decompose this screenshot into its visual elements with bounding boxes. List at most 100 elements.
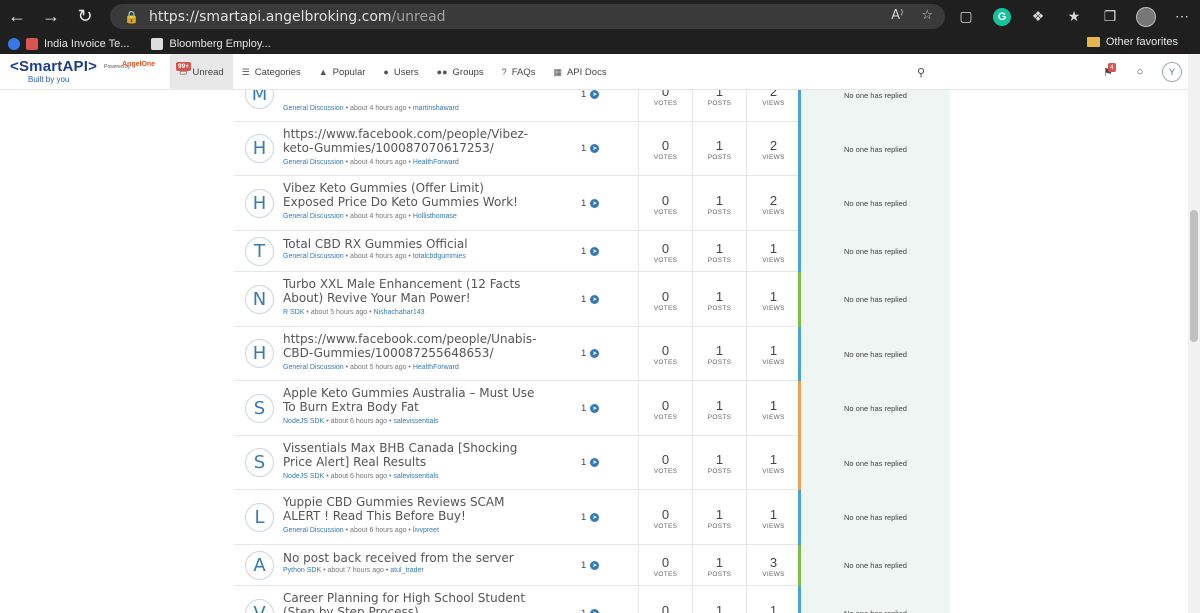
topic-category-link[interactable]: General Discussion bbox=[283, 213, 344, 220]
topic-row[interactable]: Hhttps://www.facebook.com/people/Vibez-k… bbox=[234, 122, 950, 176]
votes-stat: 0VOTES bbox=[638, 231, 692, 272]
back-icon[interactable]: ← bbox=[0, 0, 34, 33]
topic-title[interactable]: Vissentials Max BHB Canada [Shocking Pri… bbox=[283, 441, 538, 469]
topic-author-link[interactable]: Hollisthomase bbox=[413, 213, 457, 220]
nav-groups[interactable]: ●● Groups bbox=[428, 54, 493, 90]
scrollbar-thumb[interactable] bbox=[1190, 210, 1198, 342]
smartapi-logo[interactable]: <SmartAPI> Built by you Powered by Angel… bbox=[10, 58, 160, 84]
topic-category-link[interactable]: General Discussion bbox=[283, 105, 344, 112]
topic-title[interactable]: https://www.facebook.com/people/Unabis-C… bbox=[283, 332, 538, 360]
reply-count[interactable]: 1➤ bbox=[581, 348, 600, 359]
topic-avatar[interactable]: T bbox=[245, 236, 274, 266]
reply-count[interactable]: 1➤ bbox=[581, 512, 600, 523]
forward-icon[interactable]: → bbox=[34, 0, 68, 33]
topic-avatar[interactable]: M bbox=[245, 90, 274, 109]
reply-count[interactable]: 1➤ bbox=[581, 198, 600, 209]
search-icon[interactable]: ⚲ bbox=[905, 54, 937, 90]
topic-avatar[interactable]: S bbox=[245, 393, 274, 423]
topic-author-link[interactable]: salevissentials bbox=[393, 473, 438, 480]
favorite-star-icon[interactable]: ☆ bbox=[921, 8, 933, 23]
reply-count[interactable]: 1➤ bbox=[581, 90, 600, 100]
last-reply-box: No one has replied bbox=[801, 122, 950, 176]
topic-avatar[interactable]: V bbox=[245, 598, 274, 613]
topic-category-link[interactable]: NodeJS SDK bbox=[283, 473, 324, 480]
posts-stat: 1POSTS bbox=[692, 545, 746, 586]
chat-icon[interactable]: ○ bbox=[1124, 54, 1156, 90]
topic-category-link[interactable]: General Discussion bbox=[283, 364, 344, 371]
read-aloud-icon[interactable]: A⁾ bbox=[891, 8, 903, 23]
topic-category-link[interactable]: General Discussion bbox=[283, 253, 344, 260]
topic-avatar[interactable]: S bbox=[245, 448, 274, 477]
nav-faqs[interactable]: ? FAQs bbox=[493, 54, 545, 90]
topic-row[interactable]: V Career Planning for High School Student… bbox=[234, 586, 950, 613]
topic-row[interactable]: H Vibez Keto Gummies (Offer Limit) Expose… bbox=[234, 176, 950, 231]
topic-row[interactable]: Hhttps://www.facebook.com/people/Unabis-… bbox=[234, 327, 950, 381]
topic-row[interactable]: L Yuppie CBD Gummies Reviews SCAM ALERT !… bbox=[234, 490, 950, 545]
topic-title[interactable]: https://www.facebook.com/people/Vibez-ke… bbox=[283, 127, 538, 155]
more-menu-icon[interactable]: ⋯ bbox=[1164, 0, 1200, 33]
extension-icon[interactable]: ▢ bbox=[948, 0, 984, 33]
topic-author-link[interactable]: martinshaward bbox=[413, 105, 459, 112]
topic-row[interactable]: Mmethods to fix itGeneral Discussion • a… bbox=[234, 90, 950, 122]
topic-category-link[interactable]: General Discussion bbox=[283, 527, 344, 534]
topic-title[interactable]: Apple Keto Gummies Australia – Must Use … bbox=[283, 386, 538, 414]
topic-avatar[interactable]: H bbox=[245, 339, 274, 368]
topic-category-link[interactable]: General Discussion bbox=[283, 159, 344, 166]
topic-row[interactable]: T Total CBD RX Gummies Official General Di… bbox=[234, 231, 950, 272]
topic-avatar[interactable]: L bbox=[245, 502, 274, 532]
topic-title[interactable]: Total CBD RX Gummies Official bbox=[283, 237, 538, 251]
topic-row[interactable]: S Vissentials Max BHB Canada [Shocking Pr… bbox=[234, 436, 950, 490]
bookmark-bloomberg[interactable]: Bloomberg Employ... bbox=[151, 37, 271, 50]
topic-title[interactable]: Yuppie CBD Gummies Reviews SCAM ALERT ! … bbox=[283, 495, 538, 523]
reply-count[interactable]: 1➤ bbox=[581, 560, 600, 571]
topic-author-link[interactable]: HealthForward bbox=[413, 159, 459, 166]
reply-count[interactable]: 1➤ bbox=[581, 143, 600, 154]
profile-button[interactable] bbox=[1128, 0, 1164, 33]
reply-count[interactable]: 1➤ bbox=[581, 294, 600, 305]
topic-avatar[interactable]: N bbox=[245, 284, 274, 314]
user-menu[interactable]: Y bbox=[1156, 54, 1188, 90]
topic-title[interactable]: Career Planning for High School Student … bbox=[283, 591, 538, 613]
reply-count[interactable]: 1➤ bbox=[581, 246, 600, 257]
posts-count: 1 bbox=[715, 554, 724, 570]
topic-title[interactable]: Vibez Keto Gummies (Offer Limit) Exposed… bbox=[283, 181, 538, 209]
topic-author-link[interactable]: salevissentials bbox=[393, 418, 438, 425]
nav-api-docs[interactable]: ▦ API Docs bbox=[544, 54, 615, 90]
topic-author-link[interactable]: livvpreet bbox=[413, 527, 439, 534]
topic-category-link[interactable]: NodeJS SDK bbox=[283, 418, 324, 425]
address-bar[interactable]: 🔒 https://smartapi.angelbroking.com/unre… bbox=[110, 4, 945, 29]
topic-title[interactable]: No post back received from the server bbox=[283, 551, 538, 565]
topic-author-link[interactable]: totalcbdgummies bbox=[413, 253, 466, 260]
posts-label: POSTS bbox=[707, 522, 732, 530]
extensions-puzzle-icon[interactable]: ❖ bbox=[1020, 0, 1056, 33]
nav-users[interactable]: ● Users bbox=[374, 54, 427, 90]
nav-unread[interactable]: ▭ 99+ Unread bbox=[170, 54, 233, 90]
votes-count: 0 bbox=[661, 192, 670, 208]
reply-count[interactable]: 1➤ bbox=[581, 457, 600, 468]
collections-icon[interactable]: ❐ bbox=[1092, 0, 1128, 33]
notification-badge: 4 bbox=[1108, 63, 1116, 72]
nav-categories[interactable]: ☰ Categories bbox=[233, 54, 310, 90]
reply-count[interactable]: 1➤ bbox=[581, 608, 600, 613]
topic-row[interactable]: S Apple Keto Gummies Australia – Must Use… bbox=[234, 381, 950, 436]
topic-category-link[interactable]: R SDK bbox=[283, 309, 304, 316]
topic-author-link[interactable]: Nishachahar143 bbox=[374, 309, 425, 316]
topic-title[interactable]: Turbo XXL Male Enhancement (12 Facts Abo… bbox=[283, 277, 538, 305]
reload-icon[interactable]: ↻ bbox=[68, 0, 102, 33]
topic-category-link[interactable]: Python SDK bbox=[283, 567, 321, 574]
favorites-icon[interactable]: ★ bbox=[1056, 0, 1092, 33]
topic-avatar[interactable]: H bbox=[245, 188, 274, 218]
page-scrollbar[interactable] bbox=[1188, 54, 1200, 613]
topic-row[interactable]: A No post back received from the server Py… bbox=[234, 545, 950, 586]
topic-row[interactable]: N Turbo XXL Male Enhancement (12 Facts Ab… bbox=[234, 272, 950, 327]
topic-avatar[interactable]: H bbox=[245, 134, 274, 163]
nav-popular[interactable]: ▲ Popular bbox=[310, 54, 375, 90]
other-favorites[interactable]: Other favorites bbox=[1086, 36, 1178, 48]
notifications-bell-icon[interactable]: ⚑ 4 bbox=[1092, 54, 1124, 90]
reply-count[interactable]: 1➤ bbox=[581, 403, 600, 414]
topic-avatar[interactable]: A bbox=[245, 550, 274, 580]
grammarly-extension[interactable]: G bbox=[984, 0, 1020, 33]
topic-author-link[interactable]: HealthForward bbox=[413, 364, 459, 371]
topic-author-link[interactable]: atul_trader bbox=[390, 567, 423, 574]
bookmark-india-invoice[interactable]: India Invoice Te... bbox=[8, 37, 129, 50]
